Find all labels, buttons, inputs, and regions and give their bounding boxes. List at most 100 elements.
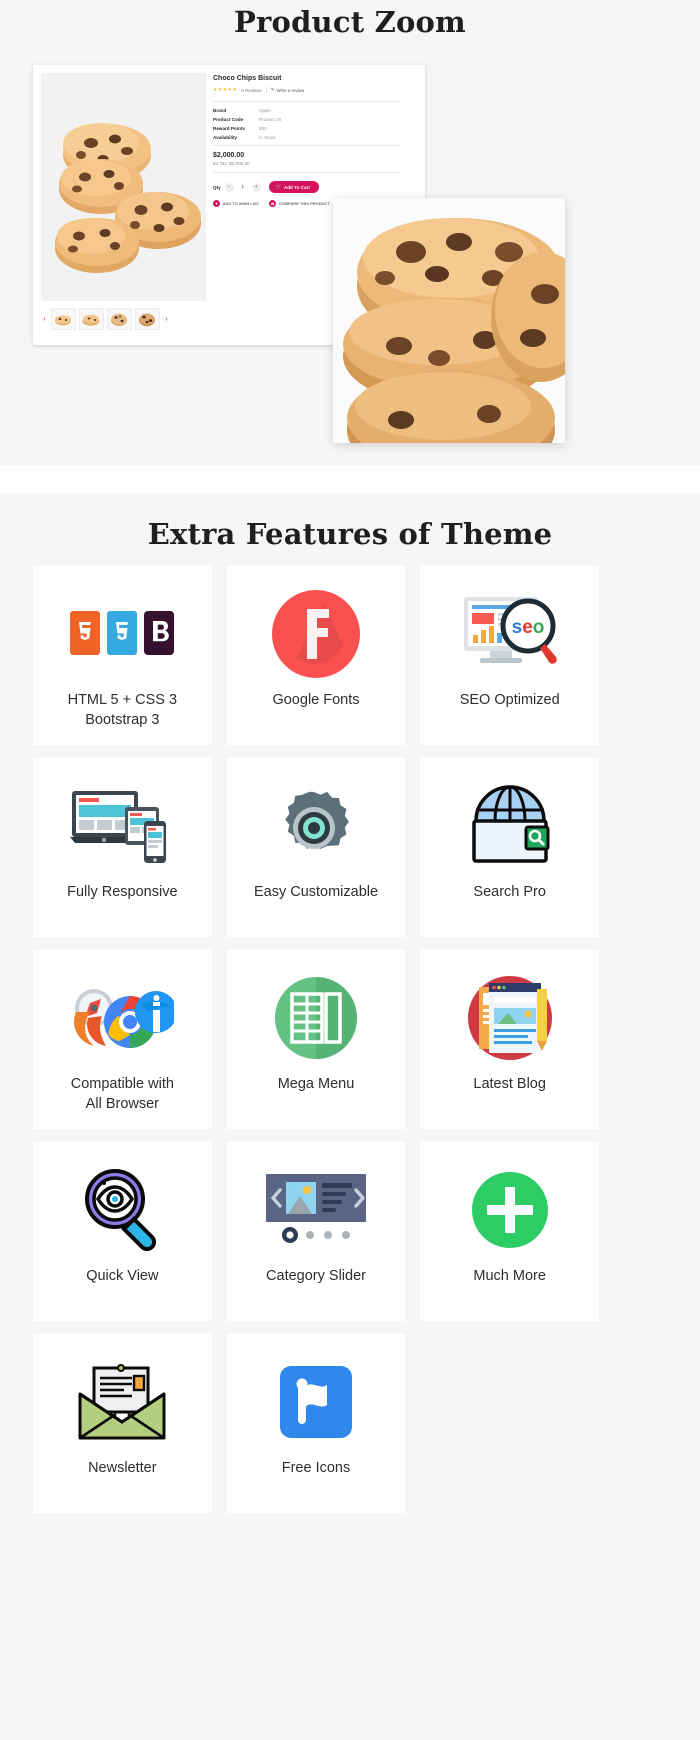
quantity-row: Qty − 1 + 🛒 Add To Cart	[213, 181, 413, 194]
cookie-thumb-icon	[52, 309, 75, 329]
thumbnail-carousel: ‹ ›	[41, 308, 216, 330]
feature-card-label: Free Icons	[281, 1460, 351, 1476]
feature-card-fully-responsive[interactable]: Fully Responsive	[33, 758, 212, 937]
google-fonts-icon	[227, 578, 406, 690]
thumbnail-item[interactable]	[51, 308, 76, 330]
cookie-stack-image	[41, 73, 206, 301]
product-name: Choco Chips Biscuit	[213, 75, 282, 82]
product-price: $2,000.00	[213, 152, 245, 160]
spec-row: Brand Apple	[213, 107, 413, 116]
seo-optimized-icon: seo	[420, 578, 599, 690]
thumb-prev-button[interactable]: ‹	[41, 316, 48, 323]
feature-row: Quick View Category Slider Much More	[33, 1142, 600, 1321]
category-slider-icon	[227, 1154, 406, 1266]
cookie-thumb-icon	[136, 309, 159, 329]
thumbnail-item[interactable]	[79, 308, 104, 330]
cookie-thumb-icon	[80, 309, 103, 329]
blog-icon	[420, 962, 599, 1074]
feature-card-label: Newsletter	[88, 1460, 157, 1476]
feature-card-easy-customizable[interactable]: Easy Customizable	[226, 758, 406, 937]
add-to-wishlist-label: ADD TO WISH LIST	[222, 201, 260, 207]
spec-key: Brand	[213, 108, 227, 114]
compare-product-button[interactable]: ⇄ COMPARE THIS PRODUCT	[269, 200, 330, 208]
write-review-link[interactable]: ✎ Write a review	[271, 87, 305, 93]
feature-grid-empty-slot	[420, 1334, 599, 1513]
feature-card-label: Easy Customizable	[253, 884, 379, 900]
divider	[213, 101, 401, 103]
product-zoom-title: Product Zoom	[234, 5, 466, 39]
product-info-pane: Choco Chips Biscuit ★★★★★ 0 Reviews ✎ Wr…	[213, 75, 413, 208]
feature-card-category-slider[interactable]: Category Slider	[226, 1142, 406, 1321]
write-review-label: Write a review	[276, 87, 305, 93]
thumbnail-item[interactable]	[107, 308, 132, 330]
quick-view-icon	[33, 1154, 212, 1266]
star-rating-icon: ★★★★★	[213, 87, 238, 94]
add-to-wishlist-button[interactable]: ♥ ADD TO WISH LIST	[213, 200, 260, 208]
quantity-input[interactable]: 1	[238, 185, 248, 190]
spec-value: Apple	[259, 108, 271, 114]
feature-row: HTML 5 + CSS 3Bootstrap 3 Google Fonts	[33, 566, 600, 745]
feature-card-label: Mega Menu	[277, 1076, 355, 1092]
feature-row: Fully Responsive Easy Customizable Searc…	[33, 758, 600, 937]
add-to-cart-label: Add To Cart	[283, 184, 310, 190]
extra-features-section: Extra Features of Theme HTML 5 + CSS 3 B…	[0, 494, 700, 1740]
feature-card-google-fonts[interactable]: Google Fonts	[226, 566, 406, 745]
spec-key: Availability	[213, 134, 238, 140]
thumb-next-button[interactable]: ›	[163, 316, 170, 323]
product-zoom-section: Product Zoom Choco Chips Biscuit ★★★★★ 0…	[0, 0, 700, 465]
feature-card-search-pro[interactable]: Search Pro	[420, 758, 600, 937]
feature-card-label: Quick View	[86, 1268, 159, 1284]
feature-card-latest-blog[interactable]: Latest Blog	[420, 950, 600, 1129]
feature-card-much-more[interactable]: Much More	[420, 1142, 600, 1321]
plus-circle-icon	[420, 1154, 599, 1266]
product-main-image[interactable]	[41, 73, 206, 301]
feature-card-compatible-all-browser[interactable]: Compatible with All Browser	[33, 950, 212, 1129]
review-count: 0 Reviews	[241, 87, 262, 93]
page-root: Product Zoom Choco Chips Biscuit ★★★★★ 0…	[0, 0, 700, 1740]
feature-card-seo-optimized[interactable]: seo SEO Optimized	[420, 566, 600, 745]
heart-icon: ♥	[213, 200, 220, 208]
zoom-preview-panel	[333, 198, 565, 443]
spec-row: Availability In Stock	[213, 134, 413, 143]
spec-value: In Stock	[259, 134, 276, 140]
responsive-devices-icon	[33, 770, 212, 882]
feature-card-label: HTML 5 + CSS 3 Bootstrap 3	[67, 692, 178, 728]
flag-icon	[227, 1346, 406, 1458]
divider	[265, 87, 267, 94]
feature-card-html5-css3-bootstrap[interactable]: HTML 5 + CSS 3 Bootstrap 3	[33, 566, 212, 745]
svg-text:seo: seo	[511, 617, 544, 638]
feature-card-free-icons[interactable]: Free Icons	[226, 1334, 406, 1513]
feature-card-label: Latest Blog	[473, 1076, 546, 1092]
extra-features-title: Extra Features of Theme	[147, 517, 553, 551]
feature-card-label: Category Slider	[266, 1268, 366, 1284]
feature-card-grid: HTML 5 + CSS 3Bootstrap 3 Google Fonts	[33, 566, 600, 1526]
browsers-icon	[33, 962, 212, 1074]
quantity-decrease-button[interactable]: −	[224, 182, 234, 192]
add-to-cart-button[interactable]: 🛒 Add To Cart	[268, 181, 319, 194]
spec-value: 800	[259, 125, 267, 131]
spec-key: Reward Points	[213, 125, 245, 131]
quantity-increase-button[interactable]: +	[251, 182, 261, 192]
compare-product-label: COMPARE THIS PRODUCT	[278, 201, 330, 207]
spec-key: Product Code	[213, 117, 244, 123]
feature-row: Compatible with All Browser Mega Menu La…	[33, 950, 600, 1129]
pencil-icon: ✎	[270, 87, 275, 93]
thumbnail-item[interactable]	[135, 308, 160, 330]
mega-menu-icon	[227, 962, 406, 1074]
gear-icon	[227, 770, 406, 882]
feature-card-newsletter[interactable]: Newsletter	[33, 1334, 212, 1513]
divider	[213, 172, 401, 174]
spec-row: Product Code Product 18	[213, 116, 413, 125]
product-specs-list: Brand Apple Product Code Product 18 Rewa…	[213, 107, 413, 142]
feature-card-mega-menu[interactable]: Mega Menu	[226, 950, 406, 1129]
cookie-thumb-icon	[108, 309, 131, 329]
feature-card-quick-view[interactable]: Quick View	[33, 1142, 212, 1321]
spec-value: Product 18	[259, 117, 282, 123]
quantity-label: Qty	[213, 184, 221, 190]
spec-row: Reward Points 800	[213, 125, 413, 134]
zoomed-cookie-image	[333, 198, 565, 443]
feature-row: Newsletter Free Icons	[33, 1334, 599, 1513]
divider	[213, 145, 401, 147]
feature-card-label: Fully Responsive	[67, 884, 178, 900]
feature-card-label: Google Fonts	[272, 692, 360, 708]
